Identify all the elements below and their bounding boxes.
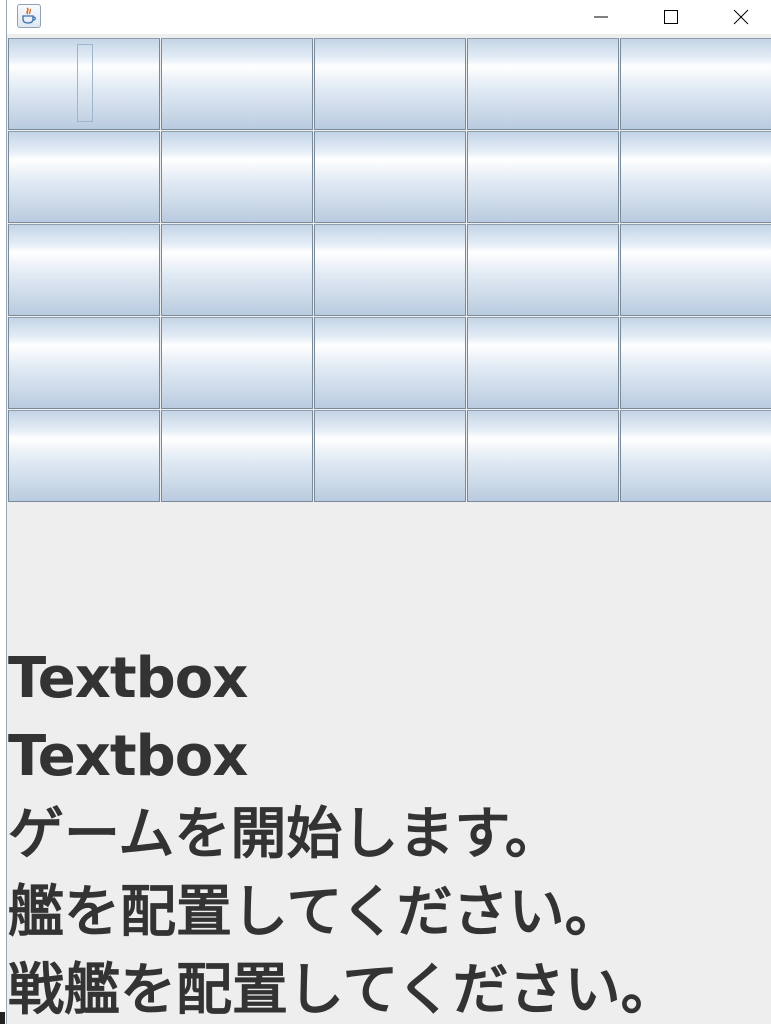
grid-cell-r5-c1[interactable] — [8, 410, 160, 502]
maximize-icon — [664, 10, 678, 24]
grid-cell-r1-c3[interactable] — [314, 38, 466, 130]
grid-cell-r4-c5[interactable] — [620, 317, 771, 409]
grid-cell-r1-c1[interactable] — [8, 38, 160, 130]
grid-cell-r3-c1[interactable] — [8, 224, 160, 316]
grid-cell-r5-c4[interactable] — [467, 410, 619, 502]
grid-cell-r2-c3[interactable] — [314, 131, 466, 223]
app-window: Textbox Textbox ゲームを開始します。 艦を配置してください。 戦… — [0, 0, 771, 1024]
grid-cell-r5-c3[interactable] — [314, 410, 466, 502]
grid-cell-r3-c4[interactable] — [467, 224, 619, 316]
window-left-border — [0, 0, 7, 1024]
message-line-3: ゲームを開始します。 — [8, 802, 561, 867]
minimize-icon — [594, 16, 608, 18]
focus-indicator — [77, 44, 93, 122]
title-bar[interactable] — [0, 0, 771, 34]
minimize-button[interactable] — [566, 0, 636, 34]
grid-cell-r4-c1[interactable] — [8, 317, 160, 409]
grid-cell-r2-c5[interactable] — [620, 131, 771, 223]
taskbar-edge — [0, 1012, 5, 1024]
close-button[interactable] — [706, 0, 771, 34]
grid-cell-r4-c2[interactable] — [161, 317, 313, 409]
message-line-2: Textbox — [8, 724, 248, 789]
grid-cell-r1-c4[interactable] — [467, 38, 619, 130]
grid-cell-r2-c2[interactable] — [161, 131, 313, 223]
grid-cell-r3-c5[interactable] — [620, 224, 771, 316]
grid-cell-r3-c2[interactable] — [161, 224, 313, 316]
message-line-4: 艦を配置してください。 — [8, 880, 621, 945]
java-cup-icon[interactable] — [17, 4, 41, 28]
grid-cell-r4-c4[interactable] — [467, 317, 619, 409]
maximize-button[interactable] — [636, 0, 706, 34]
message-area: Textbox Textbox ゲームを開始します。 艦を配置してください。 戦… — [8, 640, 771, 1024]
grid-cell-r5-c5[interactable] — [620, 410, 771, 502]
grid-cell-r3-c3[interactable] — [314, 224, 466, 316]
grid-cell-r1-c2[interactable] — [161, 38, 313, 130]
message-line-5: 戦艦を配置してください。 — [8, 958, 677, 1023]
board-grid — [8, 38, 771, 503]
grid-cell-r2-c1[interactable] — [8, 131, 160, 223]
grid-cell-r2-c4[interactable] — [467, 131, 619, 223]
grid-cell-r4-c3[interactable] — [314, 317, 466, 409]
grid-cell-r1-c5[interactable] — [620, 38, 771, 130]
message-line-1: Textbox — [8, 646, 248, 711]
grid-cell-r5-c2[interactable] — [161, 410, 313, 502]
close-icon — [733, 9, 749, 25]
